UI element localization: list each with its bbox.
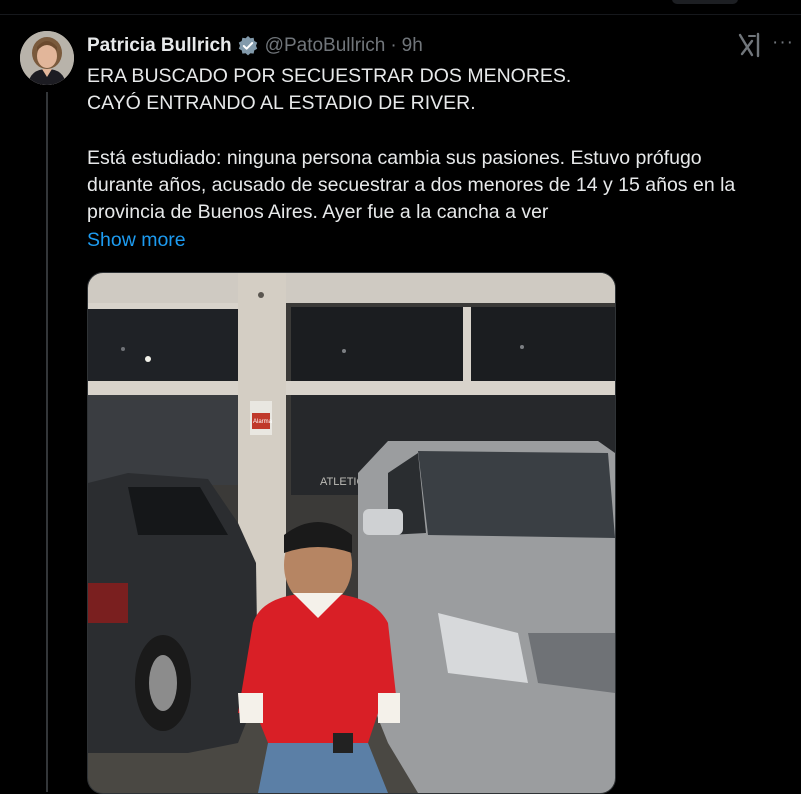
avatar-image — [20, 31, 74, 85]
timestamp[interactable]: 9h — [402, 35, 423, 57]
verified-badge-icon[interactable] — [237, 35, 259, 57]
show-more-link[interactable]: Show more — [87, 229, 186, 252]
grok-icon[interactable] — [738, 32, 762, 58]
top-divider — [0, 14, 801, 15]
tweet-line-5: durante años, acusado de secuestrar a do… — [87, 173, 736, 196]
new-posts-pill[interactable] — [672, 0, 738, 4]
avatar[interactable] — [20, 31, 74, 85]
tweet-photo[interactable]: Alarma ATLETICO | SER... — [87, 272, 616, 794]
author-name[interactable]: Patricia Bullrich — [87, 35, 232, 57]
separator-dot: · — [390, 35, 397, 56]
tweet-line-4: Está estudiado: ninguna persona cambia s… — [87, 146, 702, 169]
alarm-sign-text: Alarma — [253, 419, 273, 425]
tweet-line-6: provincia de Buenos Aires. Ayer fue a la… — [87, 201, 549, 223]
tweet-line-2: CAYÓ ENTRANDO AL ESTADIO DE RIVER. — [87, 92, 476, 115]
thread-connector-line — [46, 92, 48, 792]
author-handle[interactable]: @PatoBullrich — [265, 35, 386, 57]
photo-scene: Alarma ATLETICO | SER... — [88, 273, 615, 793]
tweet-line-1: ERA BUSCADO POR SECUESTRAR DOS MENORES. — [87, 65, 572, 87]
top-bar — [0, 0, 801, 14]
tweet-header: Patricia Bullrich @PatoBullrich · 9h — [87, 34, 423, 58]
more-options-icon[interactable]: ··· — [772, 33, 796, 54]
tweet-text: ERA BUSCADO POR SECUESTRAR DOS MENORES. … — [87, 63, 787, 226]
